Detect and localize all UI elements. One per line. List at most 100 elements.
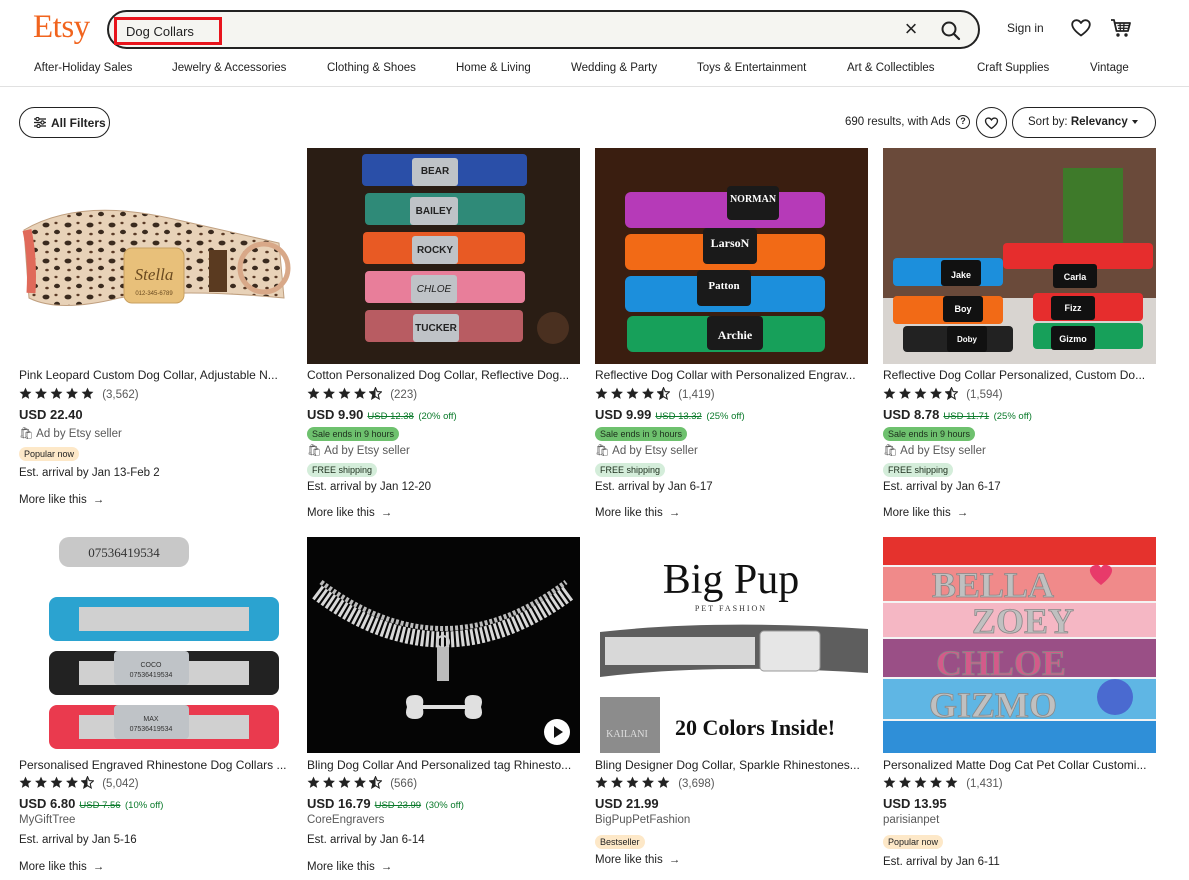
nav-item-vintage[interactable]: Vintage	[1090, 62, 1129, 74]
review-count: (3,562)	[102, 389, 139, 401]
ad-bag-icon: 🛍︎	[883, 445, 898, 457]
shop-name[interactable]: MyGiftTree	[19, 814, 75, 826]
rating-stars	[19, 387, 99, 403]
more-like-this-link[interactable]: More like this →	[19, 861, 104, 873]
listing-rating: (223)	[307, 387, 417, 401]
more-like-this-link[interactable]: More like this →	[307, 507, 392, 519]
more-like-this-link[interactable]: More like this →	[595, 507, 680, 519]
listing-image[interactable]: Big Pup PET FASHION KAILANI 20 Colors In…	[595, 537, 868, 753]
listing-title[interactable]: Bling Dog Collar And Personalized tag Rh…	[307, 758, 580, 772]
save-search-heart-button[interactable]	[976, 107, 1007, 138]
nav-item-craft-supplies[interactable]: Craft Supplies	[977, 62, 1049, 74]
listing-title[interactable]: Reflective Dog Collar with Personalized …	[595, 368, 868, 382]
nav-item-after-holiday-sales[interactable]: After-Holiday Sales	[34, 62, 132, 74]
listing-title[interactable]: Cotton Personalized Dog Collar, Reflecti…	[307, 368, 580, 382]
shop-name[interactable]: parisianpet	[883, 814, 939, 826]
listing-card[interactable]: NORMAN LarsoN Patton Archie Reflective D…	[595, 148, 868, 528]
star-full-icon	[338, 387, 351, 399]
listing-image[interactable]	[307, 537, 580, 753]
search-icon[interactable]	[938, 18, 964, 44]
nav-item-home-living[interactable]: Home & Living	[456, 62, 531, 74]
listing-card[interactable]: 07536419534 COCO 07536419534 MAX 0753641…	[19, 537, 292, 880]
svg-text:07536419534: 07536419534	[130, 672, 173, 679]
listing-image[interactable]: NORMAN LarsoN Patton Archie	[595, 148, 868, 364]
shop-name[interactable]: BigPupPetFashion	[595, 814, 690, 826]
listing-price: USD 6.80	[19, 796, 76, 811]
listing-price: USD 16.79	[307, 796, 371, 811]
nav-item-art-collectibles[interactable]: Art & Collectibles	[847, 62, 935, 74]
price-line: USD 6.80 USD 7.56 (10% off)	[19, 795, 163, 813]
listing-rating: (1,419)	[595, 387, 715, 401]
star-full-icon	[50, 776, 63, 788]
search-input[interactable]	[114, 17, 222, 45]
sign-in-link[interactable]: Sign in	[1007, 21, 1044, 35]
star-full-icon	[883, 387, 896, 399]
more-like-this-label: More like this	[19, 861, 87, 873]
listing-card[interactable]: Stella 012-345-6789 Pink Leopard Custom …	[19, 148, 292, 518]
star-full-icon	[307, 776, 320, 788]
star-full-icon	[50, 387, 63, 399]
review-count: (223)	[390, 389, 418, 401]
review-count: (1,594)	[966, 389, 1003, 401]
more-like-this-link[interactable]: More like this →	[19, 494, 104, 506]
listing-title[interactable]: Personalised Engraved Rhinestone Dog Col…	[19, 758, 292, 772]
star-full-icon	[66, 776, 78, 788]
price-line: USD 9.99 USD 13.32 (25% off)	[595, 406, 745, 424]
listing-title[interactable]: Pink Leopard Custom Dog Collar, Adjustab…	[19, 368, 292, 382]
more-like-this-label: More like this	[595, 854, 663, 866]
listing-card[interactable]: BEAR BAILEY ROCKY CHLOE TUCKER Cotton Pe…	[307, 148, 580, 528]
svg-text:Gizmo: Gizmo	[1059, 334, 1087, 344]
more-like-this-link[interactable]: More like this →	[883, 507, 968, 519]
arrow-right-icon: →	[92, 494, 105, 506]
listing-image[interactable]: BEAR BAILEY ROCKY CHLOE TUCKER	[307, 148, 580, 364]
search-bar: ×	[107, 10, 980, 49]
listing-card[interactable]: Bling Dog Collar And Personalized tag Rh…	[307, 537, 580, 880]
estimated-arrival: Est. arrival by Jan 6-11	[883, 856, 1000, 868]
listing-title[interactable]: Reflective Dog Collar Personalized, Cust…	[883, 368, 1156, 382]
more-like-this-link[interactable]: More like this →	[307, 861, 392, 873]
listing-price: USD 22.40	[19, 407, 83, 422]
star-full-icon	[899, 776, 911, 788]
star-full-icon	[19, 776, 32, 788]
all-filters-button[interactable]: All Filters	[19, 107, 110, 138]
listing-image[interactable]: Stella 012-345-6789	[19, 148, 292, 364]
play-video-icon[interactable]	[544, 719, 570, 745]
svg-text:NORMAN: NORMAN	[730, 194, 777, 205]
nav-item-wedding-party[interactable]: Wedding & Party	[571, 62, 657, 74]
rating-stars	[883, 776, 963, 792]
clear-search-icon[interactable]: ×	[902, 18, 920, 40]
listing-title[interactable]: Bling Designer Dog Collar, Sparkle Rhine…	[595, 758, 868, 772]
listing-rating: (1,431)	[883, 776, 1003, 790]
original-price: USD 7.56	[79, 800, 121, 811]
price-line: USD 22.40	[19, 406, 83, 424]
listing-card[interactable]: Jake Boy Doby Carla Fizz Gizmo Reflectiv…	[883, 148, 1156, 528]
help-icon[interactable]: ?	[956, 115, 970, 129]
more-like-this-link[interactable]: More like this →	[595, 854, 680, 866]
listing-image[interactable]: BELLA ZOEY CHLOE GIZMO	[883, 537, 1156, 753]
listing-title[interactable]: Personalized Matte Dog Cat Pet Collar Cu…	[883, 758, 1156, 772]
nav-item-clothing-shoes[interactable]: Clothing & Shoes	[327, 62, 416, 74]
listing-card[interactable]: Big Pup PET FASHION KAILANI 20 Colors In…	[595, 537, 868, 880]
cart-icon[interactable]	[1109, 16, 1133, 40]
etsy-logo[interactable]: Etsy	[33, 9, 90, 46]
svg-text:Carla: Carla	[1064, 272, 1088, 282]
star-full-icon	[323, 776, 335, 788]
svg-text:Patton: Patton	[708, 280, 739, 292]
star-half-icon	[369, 387, 382, 400]
nav-item-jewelry-accessories[interactable]: Jewelry & Accessories	[172, 62, 286, 74]
star-full-icon	[914, 776, 927, 788]
shop-name[interactable]: CoreEngravers	[307, 814, 384, 826]
svg-text:LarsoN: LarsoN	[711, 236, 750, 250]
discount-percent: (25% off)	[993, 411, 1032, 422]
sort-dropdown[interactable]: Sort by: Relevancy	[1012, 107, 1156, 138]
listing-rating: (5,042)	[19, 776, 139, 790]
favorites-heart-icon[interactable]	[1070, 17, 1092, 39]
star-full-icon	[899, 387, 911, 399]
nav-item-toys-entertainment[interactable]: Toys & Entertainment	[697, 62, 806, 74]
listing-rating: (566)	[307, 776, 417, 790]
star-half-icon	[945, 387, 958, 400]
listing-card[interactable]: BELLA ZOEY CHLOE GIZMO Personalized Matt…	[883, 537, 1156, 880]
listing-image[interactable]: 07536419534 COCO 07536419534 MAX 0753641…	[19, 537, 292, 753]
listing-image[interactable]: Jake Boy Doby Carla Fizz Gizmo	[883, 148, 1156, 364]
star-full-icon	[883, 776, 896, 788]
